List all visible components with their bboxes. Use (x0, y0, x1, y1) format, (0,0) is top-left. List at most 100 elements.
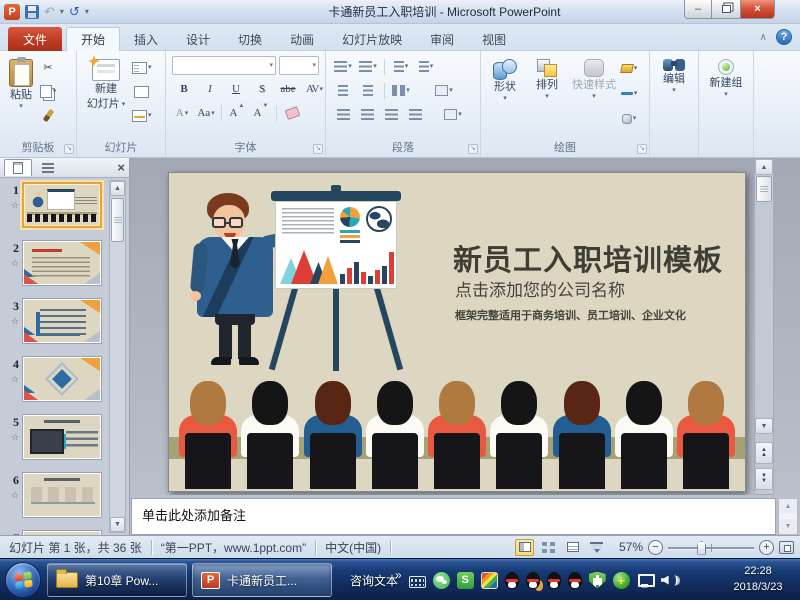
notes-scroll-down-icon[interactable]: ▼ (779, 519, 797, 534)
clipboard-dialog-launcher[interactable]: ↘ (64, 144, 74, 154)
scroll-up-icon[interactable]: ▲ (755, 159, 773, 175)
convert-smartart-button[interactable]: ▾ (435, 81, 453, 100)
slide-tagline[interactable]: 框架完整适用于商务培训、员工培训、企业文化 (455, 307, 686, 323)
scroll-down-icon[interactable]: ▼ (755, 418, 773, 434)
tray-icon[interactable] (568, 572, 582, 589)
tray-icon[interactable] (613, 572, 630, 589)
slide-sorter-button[interactable] (539, 539, 558, 556)
tray-icon[interactable] (661, 572, 678, 589)
language-indicator[interactable]: 中文(中国) (316, 539, 390, 556)
zoom-out-button[interactable]: − (648, 540, 663, 555)
font-dialog-launcher[interactable]: ↘ (313, 144, 323, 154)
zoom-slider[interactable] (668, 540, 754, 555)
shrink-font-button[interactable]: A▼ (252, 103, 270, 122)
font-color-button[interactable]: A▾ (173, 103, 191, 122)
editor-scrollbar[interactable]: ▲ ▼ ▲▲ ▼▼ (754, 158, 774, 495)
slide-thumbnail[interactable] (22, 298, 102, 344)
line-spacing-button[interactable]: ▾ (392, 57, 410, 76)
section-button[interactable]: ▾ (132, 106, 152, 125)
character-spacing-button[interactable]: AV▾ (305, 79, 323, 98)
slide-layout-button[interactable]: ▾ (132, 58, 152, 77)
change-case-button[interactable]: Aa▾ (197, 103, 215, 122)
new-group-button[interactable]: 新建组 ▾ (703, 56, 749, 139)
align-right-button[interactable] (382, 105, 400, 124)
text-direction-button[interactable]: ▾ (417, 57, 435, 76)
editor-scrollbar-thumb[interactable] (756, 176, 772, 202)
zoom-in-button[interactable]: + (759, 540, 774, 555)
arrange-button[interactable]: 排列 ▾ (526, 56, 568, 139)
slide-thumbnail[interactable] (22, 414, 102, 460)
redo-icon[interactable]: ↺ (69, 5, 80, 18)
ribbon-tab[interactable]: 幻灯片放映 (328, 27, 416, 51)
tray-icon[interactable] (409, 576, 426, 588)
decrease-indent-button[interactable] (334, 81, 352, 100)
save-icon[interactable] (25, 5, 39, 19)
bold-button[interactable]: B (175, 79, 193, 98)
italic-button[interactable]: I (201, 79, 219, 98)
zoom-percentage[interactable]: 57% (611, 540, 643, 554)
slide-thumbnail[interactable] (22, 356, 102, 402)
underline-button[interactable]: U (227, 79, 245, 98)
zoom-slider-thumb[interactable] (697, 541, 706, 555)
slide-thumbnail[interactable] (22, 240, 102, 286)
clear-formatting-button[interactable] (283, 103, 301, 122)
notes-pane[interactable]: 单击此处添加备注 (131, 498, 776, 535)
notes-scroll-up-icon[interactable]: ▲ (779, 499, 797, 514)
grow-font-button[interactable]: A▲ (228, 103, 246, 122)
editing-button[interactable]: 编辑 ▾ (654, 56, 694, 139)
slide-canvas[interactable]: 新员工入职培训模板 点击添加您的公司名称 框架完整适用于商务培训、员工培训、企业… (168, 172, 746, 492)
copy-button[interactable]: ▾ (39, 82, 57, 101)
minimize-button[interactable]: – (684, 0, 712, 19)
panel-scroll-down-icon[interactable]: ▼ (110, 517, 125, 532)
justify-button[interactable] (406, 105, 424, 124)
normal-view-button[interactable] (515, 539, 534, 556)
slide-thumbnail[interactable] (22, 182, 102, 228)
slideshow-button[interactable] (587, 539, 606, 556)
align-center-button[interactable] (358, 105, 376, 124)
ribbon-tab[interactable]: 插入 (120, 27, 172, 51)
ribbon-tab[interactable]: 视图 (468, 27, 520, 51)
tab-file[interactable]: 文件 (8, 27, 62, 51)
drawing-dialog-launcher[interactable]: ↘ (637, 144, 647, 154)
close-panel-icon[interactable]: × (117, 161, 125, 174)
tray-icon[interactable] (481, 572, 498, 589)
ribbon-tab[interactable]: 切换 (224, 27, 276, 51)
bullets-button[interactable]: ▾ (334, 57, 352, 76)
undo-caret-icon[interactable]: ▾ (60, 9, 64, 15)
tray-icon[interactable] (526, 572, 540, 589)
columns-button[interactable]: ▾ (392, 81, 410, 100)
tab-outline[interactable] (34, 159, 62, 176)
panel-scrollbar[interactable]: ▲ ▼ (109, 180, 126, 533)
slide-thumbnail[interactable] (22, 472, 102, 518)
ribbon-tab[interactable]: 开始 (66, 27, 120, 51)
restore-button[interactable] (712, 0, 740, 19)
paragraph-dialog-launcher[interactable]: ↘ (468, 144, 478, 154)
fit-to-window-button[interactable] (779, 541, 794, 554)
next-slide-button[interactable]: ▼▼ (755, 468, 773, 490)
tab-slides-thumbnails[interactable] (4, 159, 32, 176)
close-button[interactable]: × (740, 0, 775, 19)
panel-scroll-up-icon[interactable]: ▲ (110, 181, 125, 196)
ribbon-tab[interactable]: 设计 (172, 27, 224, 51)
quick-styles-button[interactable]: 快速样式 ▾ (568, 56, 620, 139)
notes-scrollbar[interactable]: ▲ ▼ (778, 498, 798, 535)
shapes-button[interactable]: 形状 ▾ (484, 56, 526, 139)
shape-effects-button[interactable]: ▾ (620, 109, 638, 128)
previous-slide-button[interactable]: ▲▲ (755, 442, 773, 464)
reading-view-button[interactable] (563, 539, 582, 556)
help-button[interactable]: ? (776, 29, 792, 45)
tray-icon[interactable] (637, 573, 654, 590)
align-text-button[interactable]: ▾ (444, 105, 462, 124)
taskbar-button[interactable]: 卡通新员工... (192, 563, 332, 597)
text-shadow-button[interactable]: S (253, 79, 271, 98)
ribbon-tab[interactable]: 审阅 (416, 27, 468, 51)
slide-subtitle[interactable]: 点击添加您的公司名称 (455, 276, 625, 301)
cut-button[interactable]: ✂ (39, 58, 57, 77)
font-size-combobox[interactable]: ▾ (279, 56, 319, 75)
tray-icon[interactable] (505, 572, 519, 589)
reset-slide-button[interactable] (132, 82, 152, 101)
paste-button[interactable]: 粘贴 ▾ (3, 56, 39, 139)
tray-icon[interactable] (433, 572, 450, 589)
taskbar-clock[interactable]: 22:28 2018/3/23 (722, 563, 794, 595)
slide-title[interactable]: 新员工入职培训模板 (453, 237, 723, 279)
